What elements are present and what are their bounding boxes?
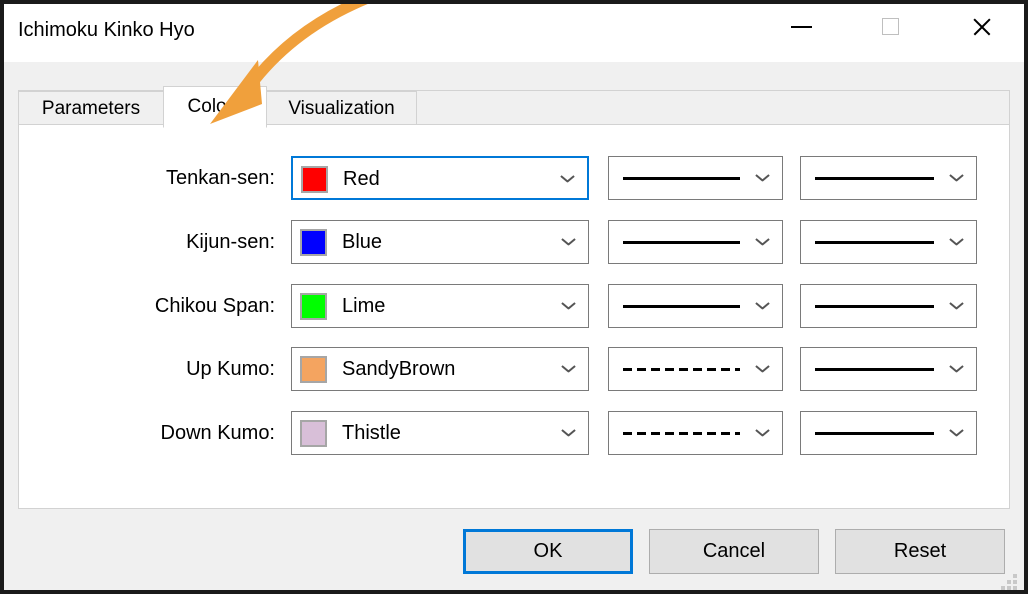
window-title: Ichimoku Kinko Hyo [18,19,195,41]
line-preview [623,177,740,180]
chevron-down-icon [950,365,963,373]
linestyle-combo-kijun-sen-primary[interactable] [608,220,783,264]
row-down-kumo: Down Kumo: Thistle [19,411,1011,455]
color-combo-up-kumo[interactable]: SandyBrown [291,347,589,391]
colors-panel: Tenkan-sen: Red Kijun-sen: Blue Chikou S… [18,124,1010,509]
color-combo-chikou-span[interactable]: Lime [291,284,589,328]
color-combo-down-kumo[interactable]: Thistle [291,411,589,455]
label-tenkan-sen: Tenkan-sen: [166,167,275,189]
label-kijun-sen: Kijun-sen: [186,231,275,253]
line-preview [623,368,740,371]
color-combo-kijun-sen[interactable]: Blue [291,220,589,264]
tab-strip: Parameters Colors Visualization [18,86,1010,128]
line-preview [623,432,740,435]
chevron-down-icon [756,174,769,182]
ok-button[interactable]: OK [463,529,633,574]
reset-button[interactable]: Reset [835,529,1005,574]
color-combo-tenkan-sen[interactable]: Red [291,156,589,200]
dialog-body: Parameters Colors Visualization Tenkan-s… [4,62,1024,590]
linestyle-combo-down-kumo-secondary[interactable] [800,411,977,455]
color-swatch-down-kumo [300,420,327,447]
label-up-kumo: Up Kumo: [186,358,275,380]
cancel-button[interactable]: Cancel [649,529,819,574]
color-swatch-kijun-sen [300,229,327,256]
color-name-down-kumo: Thistle [342,422,401,444]
tab-colors[interactable]: Colors [163,86,267,128]
line-preview [815,177,934,180]
maximize-button[interactable] [868,4,914,49]
linestyle-combo-up-kumo-secondary[interactable] [800,347,977,391]
row-kijun-sen: Kijun-sen: Blue [19,220,1011,264]
chevron-down-icon [756,238,769,246]
line-preview [815,241,934,244]
chevron-down-icon [562,365,575,373]
color-swatch-chikou-span [300,293,327,320]
maximize-icon [882,18,899,35]
chevron-down-icon [950,174,963,182]
linestyle-combo-kijun-sen-secondary[interactable] [800,220,977,264]
color-name-kijun-sen: Blue [342,231,383,253]
chevron-down-icon [562,429,575,437]
color-swatch-tenkan-sen [301,166,328,193]
color-name-tenkan-sen: Red [343,168,380,190]
linestyle-combo-up-kumo-primary[interactable] [608,347,783,391]
chevron-down-icon [756,429,769,437]
linestyle-combo-chikou-span-secondary[interactable] [800,284,977,328]
chevron-down-icon [950,429,963,437]
color-name-up-kumo: SandyBrown [342,358,456,380]
line-preview [815,305,934,308]
row-tenkan-sen: Tenkan-sen: Red [19,156,1011,200]
chevron-down-icon [562,302,575,310]
title-bar: Ichimoku Kinko Hyo [4,4,1024,62]
resize-grip[interactable] [1001,574,1018,590]
dialog-window: Ichimoku Kinko Hyo Parameters Colors Vis… [0,0,1028,594]
color-name-chikou-span: Lime [342,295,386,317]
linestyle-combo-down-kumo-primary[interactable] [608,411,783,455]
tab-parameters[interactable]: Parameters [18,91,164,125]
linestyle-combo-tenkan-sen-primary[interactable] [608,156,783,200]
minimize-icon [791,26,812,28]
chevron-down-icon [950,238,963,246]
chevron-down-icon [756,302,769,310]
label-chikou-span: Chikou Span: [154,295,275,317]
line-preview [815,432,934,435]
chevron-down-icon [950,302,963,310]
color-swatch-up-kumo [300,356,327,383]
label-down-kumo: Down Kumo: [160,422,276,444]
minimize-button[interactable] [779,4,825,49]
chevron-down-icon [562,238,575,246]
line-preview [623,305,740,308]
linestyle-combo-tenkan-sen-secondary[interactable] [800,156,977,200]
tab-visualization[interactable]: Visualization [266,91,417,125]
line-preview [623,241,740,244]
chevron-down-icon [561,175,574,183]
linestyle-combo-chikou-span-primary[interactable] [608,284,783,328]
line-preview [815,368,934,371]
row-up-kumo: Up Kumo: SandyBrown [19,347,1011,391]
close-icon [972,17,992,37]
row-chikou-span: Chikou Span: Lime [19,284,1011,328]
close-button[interactable] [959,4,1005,49]
chevron-down-icon [756,365,769,373]
